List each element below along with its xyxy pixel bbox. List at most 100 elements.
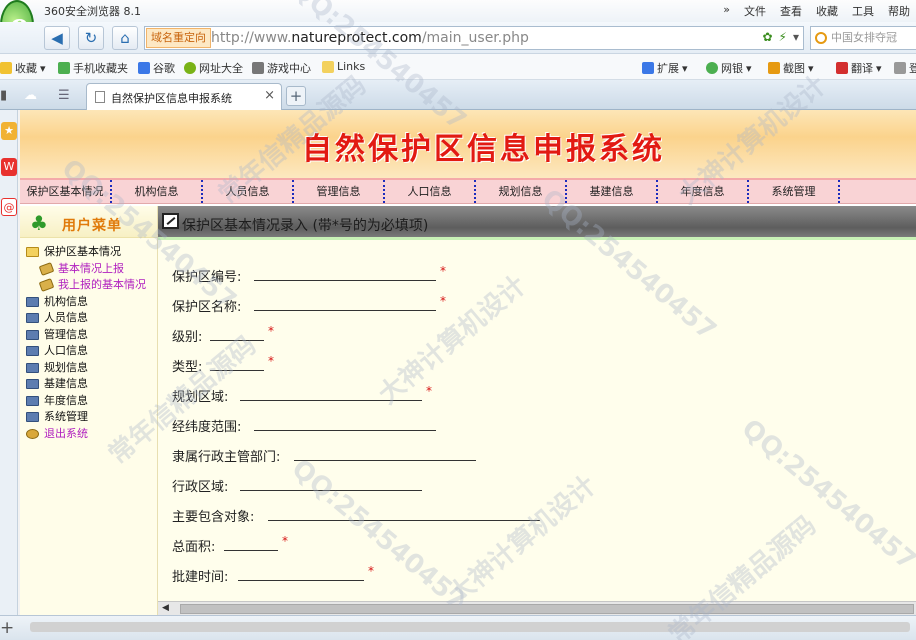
tree-planning[interactable]: 规划信息 <box>20 360 157 377</box>
menu-tools[interactable]: 工具 <box>852 3 874 19</box>
nav-planning[interactable]: 规划信息 <box>476 180 567 203</box>
cloud-icon[interactable]: ☁ <box>24 88 37 103</box>
tree-management[interactable]: 管理信息 <box>20 327 157 344</box>
menu-view[interactable]: 查看 <box>780 3 802 19</box>
tree-organization[interactable]: 机构信息 <box>20 294 157 311</box>
nav-management[interactable]: 管理信息 <box>294 180 385 203</box>
toolbar-label: 截图 <box>783 62 805 75</box>
toolbar-label: 网银 <box>721 62 743 75</box>
tree-construction[interactable]: 基建信息 <box>20 376 157 393</box>
bookmark-games[interactable]: 游戏中心 <box>252 60 311 76</box>
admin-area-label: 行政区域: <box>172 480 229 495</box>
planning-area-input[interactable] <box>240 400 422 401</box>
toolbar-banking[interactable]: 网银 ▾ <box>706 60 752 76</box>
bookmark-google[interactable]: 谷歌 <box>138 60 175 76</box>
email-icon[interactable]: @ <box>1 198 17 216</box>
dropdown-icon[interactable]: ▾ <box>793 30 799 44</box>
nav-basic-info[interactable]: 保护区基本情况 <box>20 180 112 203</box>
menu-file[interactable]: 文件 <box>744 3 766 19</box>
weibo-icon[interactable]: W <box>1 158 17 176</box>
bookmark-label: 游戏中心 <box>267 62 311 75</box>
close-icon[interactable]: × <box>264 88 275 103</box>
bookmark-links[interactable]: Links <box>322 60 365 73</box>
approval-time-input[interactable] <box>238 580 364 581</box>
scissors-icon <box>768 62 780 74</box>
lightning-icon[interactable]: ⚡ <box>779 30 787 44</box>
scroll-thumb[interactable] <box>180 604 914 614</box>
nav-annual[interactable]: 年度信息 <box>658 180 749 203</box>
admin-area-input[interactable] <box>240 490 422 491</box>
menu-favorites[interactable]: 收藏 <box>816 3 838 19</box>
book-icon <box>26 412 39 422</box>
bookmark-favorites[interactable]: 收藏 ▾ <box>0 60 46 76</box>
required-mark: * <box>440 264 446 278</box>
tab-list-icon[interactable]: ☰ <box>58 88 70 103</box>
code-input[interactable] <box>254 280 436 281</box>
horizontal-scrollbar[interactable]: ◀ <box>158 601 916 615</box>
type-input[interactable] <box>210 370 264 371</box>
tree-logout[interactable]: 退出系统 <box>20 426 157 443</box>
nav-population[interactable]: 人口信息 <box>385 180 476 203</box>
main-objects-label: 主要包含对象: <box>172 510 255 525</box>
back-button[interactable]: ◀ <box>44 26 70 50</box>
toolbar-extensions[interactable]: 扩展 ▾ <box>642 60 688 76</box>
tree-my-reports[interactable]: 我上报的基本情况 <box>20 277 157 294</box>
department-input[interactable] <box>294 460 476 461</box>
nav-organization[interactable]: 机构信息 <box>112 180 203 203</box>
address-toolbar: ◀ ↻ ⌂ 域名重定向 http://www.natureprotect.com… <box>0 22 916 54</box>
tree-annual[interactable]: 年度信息 <box>20 393 157 410</box>
department-label: 隶属行政主管部门: <box>172 450 281 465</box>
toolbar-screenshot[interactable]: 截图 ▾ <box>768 60 814 76</box>
url-text[interactable]: http://www.natureprotect.com/main_user.p… <box>211 30 529 46</box>
tree-label: 系统管理 <box>44 410 88 423</box>
new-tab-button[interactable]: + <box>286 86 306 106</box>
tree-label: 退出系统 <box>44 426 88 440</box>
lat-long-input[interactable] <box>254 430 436 431</box>
bookmark-directory[interactable]: 网址大全 <box>184 60 243 76</box>
toolbar-translate[interactable]: 翻译 ▾ <box>836 60 882 76</box>
folder-open-icon <box>26 247 39 257</box>
book-icon <box>26 362 39 373</box>
total-area-input[interactable] <box>224 550 278 551</box>
search-input[interactable]: 中国女排夺冠 <box>810 26 916 50</box>
form-row-department: 隶属行政主管部门: <box>172 442 916 472</box>
main-objects-input[interactable] <box>268 520 540 521</box>
bookmark-label: 谷歌 <box>153 62 175 75</box>
tree-basic-info[interactable]: 保护区基本情况 <box>20 244 157 261</box>
form-row-total-area: 总面积: * <box>172 532 916 562</box>
level-input[interactable] <box>210 340 264 341</box>
plus-icon[interactable]: + <box>0 618 14 638</box>
scroll-left-icon[interactable]: ◀ <box>162 603 169 613</box>
home-button[interactable]: ⌂ <box>112 26 138 50</box>
menu-help[interactable]: 帮助 <box>888 3 910 19</box>
toolbar-login[interactable]: 登 <box>894 60 916 76</box>
bookmark-label: 网址大全 <box>199 62 243 75</box>
star-icon <box>0 62 12 74</box>
form-row-approval-time: 批建时间: * <box>172 562 916 592</box>
bookmark-mobile[interactable]: 手机收藏夹 <box>58 60 128 76</box>
tree-system[interactable]: 系统管理 <box>20 409 157 426</box>
sidebar-toggle-icon[interactable]: ▮ <box>0 88 7 103</box>
main-nav: 保护区基本情况 机构信息 人员信息 管理信息 人口信息 规划信息 基建信息 年度… <box>20 180 916 204</box>
nav-construction[interactable]: 基建信息 <box>567 180 658 203</box>
tree-report-basic[interactable]: 基本情况上报 <box>20 261 157 278</box>
toolbar-label: 登 <box>909 62 916 75</box>
redirect-badge[interactable]: 域名重定向 <box>146 28 211 48</box>
web-page: 自然保护区信息申报系统 保护区基本情况 机构信息 人员信息 管理信息 人口信息 … <box>20 110 916 615</box>
required-mark: * <box>282 534 288 548</box>
name-input[interactable] <box>254 310 436 311</box>
menu-more-icon[interactable]: » <box>723 3 730 19</box>
favorites-star-icon[interactable]: ★ <box>1 122 17 140</box>
refresh-button[interactable]: ↻ <box>78 26 104 50</box>
tree-population[interactable]: 人口信息 <box>20 343 157 360</box>
tree-label: 基本情况上报 <box>58 261 124 275</box>
status-scrollbar[interactable] <box>30 622 910 632</box>
security-icon[interactable]: ✿ <box>762 30 772 44</box>
nav-staff[interactable]: 人员信息 <box>203 180 294 203</box>
tree-staff[interactable]: 人员信息 <box>20 310 157 327</box>
code-label: 保护区编号: <box>172 270 242 285</box>
menu-bar: » 文件 查看 收藏 工具 帮助 <box>723 3 910 19</box>
nav-system[interactable]: 系统管理 <box>749 180 840 203</box>
tab-active[interactable]: 自然保护区信息申报系统 × <box>86 83 282 110</box>
address-input[interactable]: 域名重定向 http://www.natureprotect.com/main_… <box>144 26 804 50</box>
